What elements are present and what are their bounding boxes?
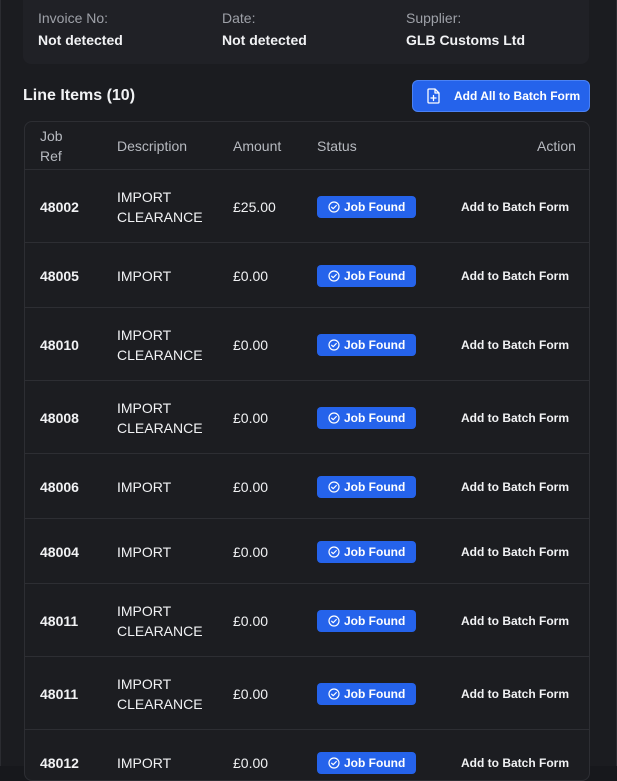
description-cell: IMPORT CLEARANCE [117,326,203,363]
supplier-label: Supplier: [406,10,462,26]
description-cell: IMPORT [117,478,172,495]
status-badge: Job Found [317,540,416,563]
description-cell: IMPORT [117,267,172,284]
table-row: 48005 IMPORT £0.00 Job Found Add to Batch Fo… [25,243,589,308]
job-ref-cell: 48004 [40,543,79,560]
date-field: Date: Not detected [222,10,307,50]
add-to-batch-button[interactable]: Add to Batch Form [461,269,569,283]
amount-cell: £0.00 [233,612,269,629]
description-cell: IMPORT CLEARANCE [117,188,203,225]
amount-cell: £0.00 [233,478,269,495]
description-cell: IMPORT [117,543,172,560]
amount-cell: £0.00 [233,267,269,284]
check-circle-icon [328,200,340,213]
status-label: Job Found [344,686,406,701]
check-circle-icon [328,480,340,493]
job-ref-cell: 48008 [40,409,79,426]
add-to-batch-button[interactable]: Add to Batch Form [461,545,569,559]
date-label: Date: [222,10,256,26]
table-row: 48002 IMPORT CLEARANCE £25.00 Job Found Add … [25,170,589,243]
file-plus-icon [427,88,440,104]
status-badge: Job Found [317,751,416,774]
check-circle-icon [328,545,340,558]
status-badge: Job Found [317,609,416,632]
job-ref-cell: 48010 [40,336,79,353]
check-circle-icon [328,338,340,351]
description-cell: IMPORT CLEARANCE [117,675,203,712]
status-badge: Job Found [317,475,416,498]
col-amount: Amount [233,138,282,154]
status-badge: Job Found [317,264,416,287]
description-cell: IMPORT CLEARANCE [117,399,203,436]
amount-cell: £0.00 [233,409,269,426]
status-badge: Job Found [317,682,416,705]
amount-cell: £0.00 [233,685,269,702]
supplier-value: GLB Customs Ltd [406,32,525,48]
add-to-batch-button[interactable]: Add to Batch Form [461,411,569,425]
check-circle-icon [328,756,340,769]
line-items-table: Job Ref Description Amount Status Action… [24,121,590,781]
status-label: Job Found [344,410,406,425]
add-to-batch-button[interactable]: Add to Batch Form [461,338,569,352]
check-circle-icon [328,687,340,700]
table-header: Job Ref Description Amount Status Action [25,122,589,170]
status-label: Job Found [344,544,406,559]
col-status: Status [317,138,357,154]
amount-cell: £0.00 [233,543,269,560]
table-row: 48010 IMPORT CLEARANCE £0.00 Job Found Add t… [25,308,589,381]
date-value: Not detected [222,32,307,48]
job-ref-cell: 48002 [40,198,79,215]
table-row: 48011 IMPORT CLEARANCE £0.00 Job Found Add t… [25,584,589,657]
status-badge: Job Found [317,195,416,218]
line-items-title: Line Items (10) [23,87,136,104]
add-all-label: Add All to Batch Form [454,89,581,103]
table-row: 48006 IMPORT £0.00 Job Found Add to Batch Fo… [25,454,589,519]
col-description: Description [117,138,188,154]
supplier-field: Supplier: GLB Customs Ltd [406,10,525,50]
status-label: Job Found [344,199,406,214]
job-ref-cell: 48005 [40,267,79,284]
description-cell: IMPORT [117,754,172,771]
add-to-batch-button[interactable]: Add to Batch Form [461,687,569,701]
table-row: 48004 IMPORT £0.00 Job Found Add to Batch Fo… [25,519,589,584]
status-label: Job Found [344,268,406,283]
invoice-no-field: Invoice No: Not detected [38,10,123,50]
check-circle-icon [328,411,340,424]
invoice-panel: Invoice No: Not detected Date: Not detec… [0,0,617,781]
status-badge: Job Found [317,333,416,356]
invoice-meta-card: Invoice No: Not detected Date: Not detec… [23,0,589,64]
status-label: Job Found [344,479,406,494]
status-label: Job Found [344,613,406,628]
check-circle-icon [328,269,340,282]
add-to-batch-button[interactable]: Add to Batch Form [461,756,569,770]
job-ref-cell: 48006 [40,478,79,495]
amount-cell: £0.00 [233,336,269,353]
invoice-no-value: Not detected [38,32,123,48]
description-cell: IMPORT CLEARANCE [117,602,203,639]
amount-cell: £25.00 [233,198,276,215]
add-to-batch-button[interactable]: Add to Batch Form [461,480,569,494]
status-label: Job Found [344,755,406,770]
table-row: 48008 IMPORT CLEARANCE £0.00 Job Found Add t… [25,381,589,454]
add-all-to-batch-button[interactable]: Add All to Batch Form [412,80,590,112]
col-job-ref: Job Ref [40,128,63,164]
status-label: Job Found [344,337,406,352]
job-ref-cell: 48012 [40,754,79,771]
job-ref-cell: 48011 [40,612,79,629]
add-to-batch-button[interactable]: Add to Batch Form [461,200,569,214]
invoice-no-label: Invoice No: [38,10,109,26]
col-action: Action [537,138,576,154]
add-to-batch-button[interactable]: Add to Batch Form [461,614,569,628]
job-ref-cell: 48011 [40,685,79,702]
table-row: 48011 IMPORT CLEARANCE £0.00 Job Found Add t… [25,657,589,730]
check-circle-icon [328,614,340,627]
amount-cell: £0.00 [233,754,269,771]
table-row: 48012 IMPORT £0.00 Job Found Add to Batch Fo… [25,730,589,780]
status-badge: Job Found [317,406,416,429]
